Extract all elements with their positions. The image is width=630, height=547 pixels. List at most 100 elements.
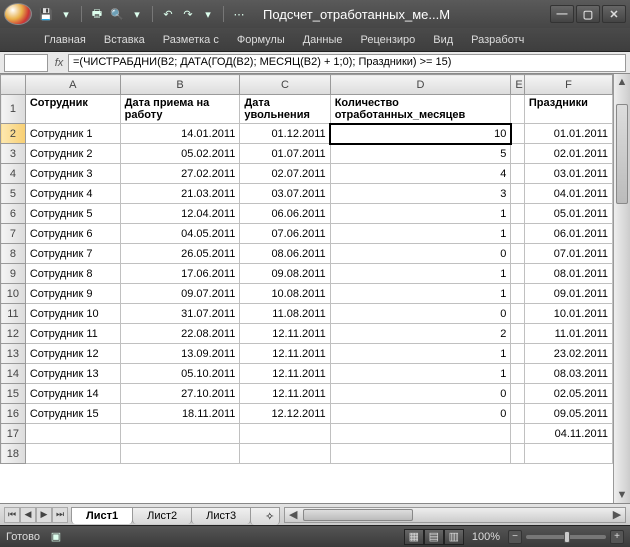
cell-A16[interactable]: Сотрудник 15	[25, 404, 120, 424]
cell-D13[interactable]: 1	[330, 344, 511, 364]
cell-F2[interactable]: 01.01.2011	[524, 124, 612, 144]
sheet-tab-3[interactable]: Лист3	[191, 507, 251, 524]
vertical-scrollbar[interactable]: ▲ ▼	[613, 74, 630, 503]
cell-D12[interactable]: 2	[330, 324, 511, 344]
sheet-tab-1[interactable]: Лист1	[71, 507, 133, 524]
cell-E11[interactable]	[511, 304, 525, 324]
cell-B3[interactable]: 05.02.2011	[120, 144, 240, 164]
row-header-9[interactable]: 9	[1, 264, 26, 284]
cell-E14[interactable]	[511, 364, 525, 384]
spreadsheet-grid[interactable]: A B C D E F 1СотрудникДата приема на раб…	[0, 74, 613, 464]
cell-D16[interactable]: 0	[330, 404, 511, 424]
cell-A10[interactable]: Сотрудник 9	[25, 284, 120, 304]
row-header-10[interactable]: 10	[1, 284, 26, 304]
row-header-17[interactable]: 17	[1, 424, 26, 444]
cell-E6[interactable]	[511, 204, 525, 224]
tab-nav-prev-icon[interactable]: ◀	[20, 507, 36, 523]
cell-C13[interactable]: 12.11.2011	[240, 344, 330, 364]
tab-nav-next-icon[interactable]: ▶	[36, 507, 52, 523]
cell-E8[interactable]	[511, 244, 525, 264]
cell-C6[interactable]: 06.06.2011	[240, 204, 330, 224]
cell-D15[interactable]: 0	[330, 384, 511, 404]
cell-C8[interactable]: 08.06.2011	[240, 244, 330, 264]
save-icon[interactable]: 💾	[38, 6, 54, 22]
scroll-thumb[interactable]	[616, 104, 628, 204]
row-header-14[interactable]: 14	[1, 364, 26, 384]
ribbon-tab-layout[interactable]: Разметка с	[155, 31, 227, 49]
cell-C15[interactable]: 12.11.2011	[240, 384, 330, 404]
ribbon-tab-developer[interactable]: Разработч	[463, 31, 532, 49]
ribbon-tab-view[interactable]: Вид	[425, 31, 461, 49]
cell-F5[interactable]: 04.01.2011	[524, 184, 612, 204]
cell-F17[interactable]: 04.11.2011	[524, 424, 612, 444]
cell-F18[interactable]	[524, 444, 612, 464]
cell-E9[interactable]	[511, 264, 525, 284]
cell-F8[interactable]: 07.01.2011	[524, 244, 612, 264]
cell-C17[interactable]	[240, 424, 330, 444]
cell-A11[interactable]: Сотрудник 10	[25, 304, 120, 324]
cell-F14[interactable]: 08.03.2011	[524, 364, 612, 384]
cell-C7[interactable]: 07.06.2011	[240, 224, 330, 244]
cell-F1[interactable]: Праздники	[524, 95, 612, 124]
cell-B14[interactable]: 05.10.2011	[120, 364, 240, 384]
cell-D17[interactable]	[330, 424, 511, 444]
ribbon-tab-home[interactable]: Главная	[36, 31, 94, 49]
cell-A3[interactable]: Сотрудник 2	[25, 144, 120, 164]
cell-C1[interactable]: Дата увольнения	[240, 95, 330, 124]
row-header-13[interactable]: 13	[1, 344, 26, 364]
cell-C14[interactable]: 12.11.2011	[240, 364, 330, 384]
close-button[interactable]: ✕	[602, 5, 626, 23]
cell-F15[interactable]: 02.05.2011	[524, 384, 612, 404]
view-layout-icon[interactable]: ▤	[424, 529, 444, 545]
view-normal-icon[interactable]: ▦	[404, 529, 424, 545]
col-header-F[interactable]: F	[524, 75, 612, 95]
cell-B12[interactable]: 22.08.2011	[120, 324, 240, 344]
cell-A15[interactable]: Сотрудник 14	[25, 384, 120, 404]
cell-A5[interactable]: Сотрудник 4	[25, 184, 120, 204]
redo-icon[interactable]: ↷	[180, 6, 196, 22]
row-header-5[interactable]: 5	[1, 184, 26, 204]
cell-C11[interactable]: 11.08.2011	[240, 304, 330, 324]
undo-icon[interactable]: ↶	[160, 6, 176, 22]
cell-A4[interactable]: Сотрудник 3	[25, 164, 120, 184]
zoom-in-button[interactable]: +	[610, 530, 624, 544]
ribbon-tab-insert[interactable]: Вставка	[96, 31, 153, 49]
cell-B5[interactable]: 21.03.2011	[120, 184, 240, 204]
office-button[interactable]	[4, 3, 32, 25]
row-header-4[interactable]: 4	[1, 164, 26, 184]
cell-E10[interactable]	[511, 284, 525, 304]
cell-D8[interactable]: 0	[330, 244, 511, 264]
horizontal-scrollbar[interactable]: ◀ ▶	[284, 507, 626, 523]
cell-B15[interactable]: 27.10.2011	[120, 384, 240, 404]
scroll-up-icon[interactable]: ▲	[614, 74, 630, 90]
view-pagebreak-icon[interactable]: ▥	[444, 529, 464, 545]
cell-A17[interactable]	[25, 424, 120, 444]
macro-record-icon[interactable]: ▣	[48, 529, 64, 545]
row-header-8[interactable]: 8	[1, 244, 26, 264]
cell-A7[interactable]: Сотрудник 6	[25, 224, 120, 244]
cell-E3[interactable]	[511, 144, 525, 164]
cell-F11[interactable]: 10.01.2011	[524, 304, 612, 324]
cell-C2[interactable]: 01.12.2011	[240, 124, 330, 144]
cell-D3[interactable]: 5	[330, 144, 511, 164]
cell-E15[interactable]	[511, 384, 525, 404]
cell-A8[interactable]: Сотрудник 7	[25, 244, 120, 264]
cell-D1[interactable]: Количество отработанных_месяцев	[330, 95, 511, 124]
cell-A12[interactable]: Сотрудник 11	[25, 324, 120, 344]
cell-D6[interactable]: 1	[330, 204, 511, 224]
cell-F6[interactable]: 05.01.2011	[524, 204, 612, 224]
cell-A18[interactable]	[25, 444, 120, 464]
cell-B13[interactable]: 13.09.2011	[120, 344, 240, 364]
cell-C10[interactable]: 10.08.2011	[240, 284, 330, 304]
cell-E17[interactable]	[511, 424, 525, 444]
row-header-1[interactable]: 1	[1, 95, 26, 124]
cell-C9[interactable]: 09.08.2011	[240, 264, 330, 284]
cell-D10[interactable]: 1	[330, 284, 511, 304]
cell-F3[interactable]: 02.01.2011	[524, 144, 612, 164]
col-header-B[interactable]: B	[120, 75, 240, 95]
cell-C5[interactable]: 03.07.2011	[240, 184, 330, 204]
formula-input[interactable]: =(ЧИСТРАБДНИ(B2; ДАТА(ГОД(B2); МЕСЯЦ(B2)…	[68, 54, 626, 72]
qat-dropdown-icon[interactable]: ▾	[129, 6, 145, 22]
cell-B4[interactable]: 27.02.2011	[120, 164, 240, 184]
cell-F16[interactable]: 09.05.2011	[524, 404, 612, 424]
